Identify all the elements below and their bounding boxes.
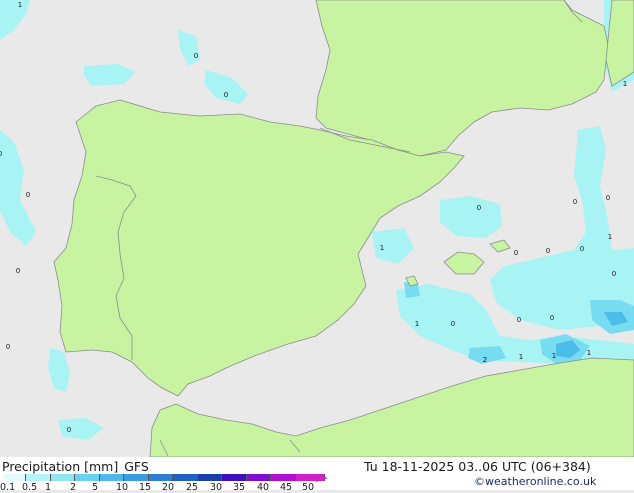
precip-value-label: 0 [546, 247, 550, 255]
scale-overflow-arrow [316, 474, 328, 482]
precip-value-label: 0 [67, 426, 71, 434]
scale-swatch [173, 474, 198, 481]
weather-map: 1 0 0 0 0 0 0 0 1 0 1 0 0 1 0 0 0 0 1 0 0 0 2 1 1 1 [0, 0, 634, 457]
scale-tick-label: 45 [280, 482, 293, 493]
precip-value-label: 2 [483, 356, 487, 364]
scale-swatch [271, 474, 296, 481]
scale-tick-label: 1 [45, 482, 52, 493]
legend-date: Tu 18-11-2025 03..06 UTC (06+384) [364, 459, 591, 474]
scale-tick-label: 10 [116, 482, 129, 493]
precip-value-label: 0 [26, 191, 30, 199]
scale-tick-label: 35 [233, 482, 246, 493]
scale-tick-label: 0.1 [0, 482, 16, 493]
precip-value-label: 1 [18, 1, 22, 9]
map-canvas: 1 0 0 0 0 0 0 0 1 0 1 0 0 1 0 0 0 0 1 0 0 0 2 1 1 1 [0, 0, 634, 457]
precip-value-label: 1 [519, 353, 523, 361]
precip-value-label: 1 [552, 352, 556, 360]
legend-title-text: Precipitation [mm] [2, 459, 119, 474]
precip-value-label: 0 [517, 316, 521, 324]
precip-value-label: 1 [587, 349, 591, 357]
precip-value-label: 0 [6, 343, 10, 351]
scale-tick-label: 25 [186, 482, 199, 493]
precip-value-label: 1 [415, 320, 419, 328]
scale-swatch [75, 474, 100, 481]
scale-swatch [149, 474, 173, 481]
scale-tick-label: 0.5 [22, 482, 38, 493]
legend-model: GFS [124, 459, 149, 474]
scale-swatch [124, 474, 149, 481]
scale-tick-label: 40 [257, 482, 270, 493]
legend-title: Precipitation [mm] GFS [2, 459, 149, 474]
scale-swatch [51, 474, 75, 481]
precip-value-label: 0 [606, 194, 610, 202]
precip-value-label: 0 [580, 245, 584, 253]
precip-value-label: 0 [612, 270, 616, 278]
legend-credit: ©weatheronline.co.uk [474, 475, 597, 488]
scale-swatch [247, 474, 271, 481]
precip-value-label: 0 [573, 198, 577, 206]
scale-tick-label: 5 [92, 482, 99, 493]
scale-tick-label: 15 [139, 482, 152, 493]
scale-swatch [26, 474, 51, 481]
scale-tick-label: 50 [302, 482, 315, 493]
precip-value-label: 0 [0, 150, 2, 158]
precip-value-label: 0 [451, 320, 455, 328]
scale-swatch [100, 474, 124, 481]
precip-value-label: 1 [623, 80, 627, 88]
precip-value-label: 0 [194, 52, 198, 60]
precip-value-label: 0 [16, 267, 20, 275]
scale-tick-label: 2 [70, 482, 77, 493]
precip-value-label: 1 [608, 233, 612, 241]
precip-value-label: 0 [224, 91, 228, 99]
scale-swatch [198, 474, 222, 481]
scale-tick-label: 20 [162, 482, 175, 493]
scale-tick-label: 30 [210, 482, 223, 493]
precip-value-label: 0 [477, 204, 481, 212]
precip-value-label: 0 [550, 314, 554, 322]
precip-value-label: 1 [380, 244, 384, 252]
scale-swatch [222, 474, 247, 481]
color-scale [4, 474, 325, 481]
scale-swatch [4, 474, 26, 481]
precip-value-label: 0 [514, 249, 518, 257]
